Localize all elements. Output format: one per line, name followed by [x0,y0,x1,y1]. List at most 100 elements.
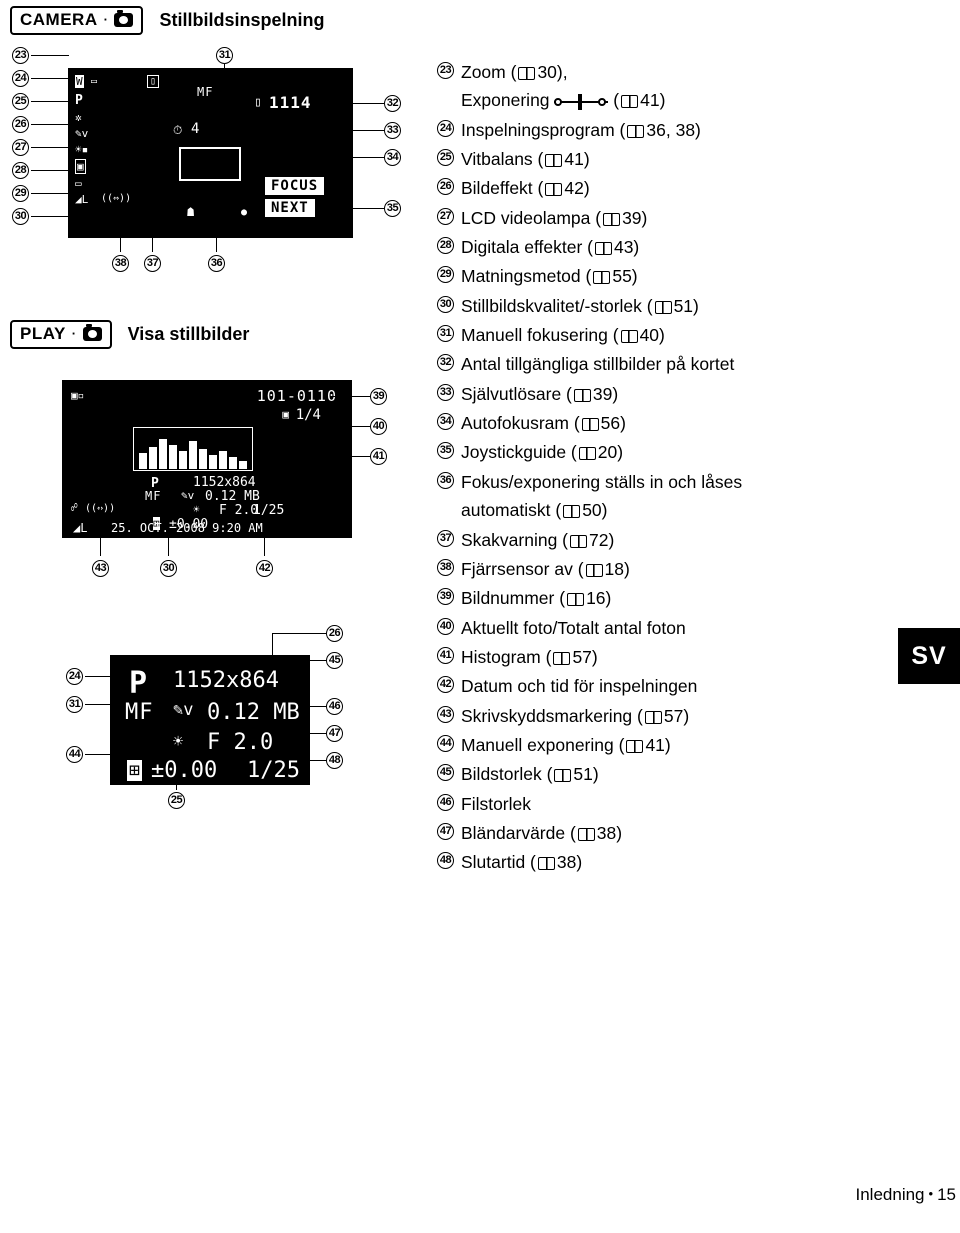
legend-item-43: 43 Skrivskyddsmarkering (57) [437,702,957,730]
playback-lcd-detail-illustration: P 1152x864 MF ✎v 0.12 MB ☀ F 2.0 ⊞ ±0.00… [110,655,310,785]
still-camera-icon-2 [82,324,102,341]
legend-item-30: 30 Stillbildskvalitet/-storlek (51) [437,292,957,320]
language-tab: SV [898,628,960,684]
callout-24b: 24 [66,668,83,685]
legend-page-31: 40) [639,325,665,346]
legend-num-23: 23 [437,62,454,79]
legend-item-31: 31 Manuell fokusering (40) [437,321,957,349]
lcd-selftimer-value: 4 [191,121,200,137]
legend-item-42: 42 Datum och tid för inspelningen [437,672,957,700]
callout-41: 41 [370,448,387,465]
lcd-quality: L [80,521,88,535]
book-icon [570,534,587,548]
legend-text-34: Autofokusram ( [461,413,580,434]
callout-39: 39 [370,388,387,405]
book-icon [545,154,563,168]
legend-page-26: 42) [564,178,590,199]
exposure-slider-icon [554,93,609,110]
legend-item-35: 35 Joystickguide ( 20) [437,438,957,466]
playback-lcd-illustration: ▣▫ 101-0110 1/4 ▣ P 1152x864 MF ✎v 0.12 … [62,380,352,538]
legend-page-27: 39) [622,207,648,228]
legend-num-46: 46 [437,793,454,811]
legend-item-39: 39 Bildnummer (16) [437,584,957,612]
callout-26: 26 [12,116,29,133]
section-title-play: Visa stillbilder [127,324,250,344]
legend-num-47: 47 [437,822,454,840]
legend-page-45: 51) [573,764,599,785]
legend-page-24: 36, 38) [646,119,701,140]
legend-num-35: 35 [437,442,454,460]
lcd-frame-counter: 1/4 [295,407,321,423]
book-icon [567,593,585,607]
legend-num-48: 48 [437,852,454,870]
legend-text-23-part2: Exponering [461,90,550,111]
legend-page-48: 38) [556,852,583,873]
callout-25b: 25 [168,792,185,809]
callout-44: 44 [66,746,83,763]
legend-text-30: Stillbildskvalitet/-storlek ( [461,295,653,316]
callout-29: 29 [12,185,29,202]
legend-text-24: Inspelningsprogram ( [461,119,626,140]
still-camera-icon [114,10,134,27]
footer-section-label: Inledning [855,1185,925,1204]
callout-36: 36 [208,255,225,272]
lcd-datetime: 25. OCT. 2008 9:20 AM [111,521,263,535]
legend-page-35: 20) [597,442,624,463]
callout-31-camera: 31 [216,47,233,64]
legend-page-36: 50) [582,500,608,521]
legend-num-31: 31 [437,325,454,343]
lcd2-size: 1152x864 [173,668,279,693]
camera-lcd-illustration: W ▭ ▯ P ✲ ✎v ☀▪ ▣ ▭ ◢L ((⇔)) MF ▯ 1114 ⏱… [68,68,353,238]
section-header-camera: CAMERA · Stillbildsinspelning [10,6,324,35]
book-icon [573,388,591,402]
book-icon [518,67,536,80]
legend-num-32: 32 [437,354,454,372]
callout-45: 45 [326,652,343,669]
callout-30b: 30 [160,560,177,577]
legend-text-41: Histogram ( [461,646,552,667]
lcd-filesize: 0.12 MB [205,489,260,504]
legend-page-34: 56) [600,413,626,434]
legend-text-35: Joystickguide ( [461,442,577,463]
legend-page-38: 18) [604,558,630,579]
play-mode-badge: PLAY · [10,320,112,349]
lcd2-aperture: F 2.0 [207,730,274,755]
legend-page-43: 57) [663,705,690,726]
page-footer: Inledning • 15 [856,1185,957,1205]
callout-35: 35 [384,200,401,217]
callout-27: 27 [12,139,29,156]
legend-text-38: Fjärrsensor av ( [461,558,584,579]
callout-48: 48 [326,752,343,769]
legend-num-24: 24 [437,119,454,137]
legend-num-44: 44 [437,734,454,752]
badge-dot: · [103,11,109,27]
legend-page-41: 57) [572,646,598,667]
legend-item-32: 32 Antal tillgängliga stillbilder på kor… [437,350,957,378]
legend-text-27: LCD videolampa ( [461,207,602,228]
legend-item-38: 38 Fjärrsensor av (18) [437,555,957,583]
callout-30: 30 [12,208,29,225]
legend-item-36: 36 Fokus/exponering ställs in och låses … [437,468,957,525]
callout-47: 47 [326,725,343,742]
legend-page-30: 51) [673,295,699,316]
book-icon [621,95,639,109]
legend-item-48: 48 Slutartid (38) [437,848,957,876]
legend-num-33: 33 [437,383,454,401]
legend-item-44: 44 Manuell exponering (41) [437,731,957,759]
lcd-mf: MF [145,489,162,503]
legend-num-28: 28 [437,237,454,255]
legend-text-42: Datum och tid för inspelningen [461,676,698,697]
legend-item-28: 28 Digitala effekter (43) [437,233,957,261]
legend-item-33: 33 Självutlösare (39) [437,380,957,408]
callout-42: 42 [256,560,273,577]
manual-page: CAMERA · Stillbildsinspelning W ▭ ▯ P ✲ … [0,0,960,1233]
book-icon [553,651,571,665]
legend-page-39: 16) [586,588,612,609]
legend-num-42: 42 [437,676,454,694]
book-icon [603,212,621,226]
section-title-camera: Stillbildsinspelning [159,10,325,30]
left-illustration-column: CAMERA · Stillbildsinspelning W ▭ ▯ P ✲ … [0,0,430,1233]
book-icon [594,242,612,256]
lcd2-shutter: 1/25 [247,758,300,783]
legend-num-43: 43 [437,705,454,723]
